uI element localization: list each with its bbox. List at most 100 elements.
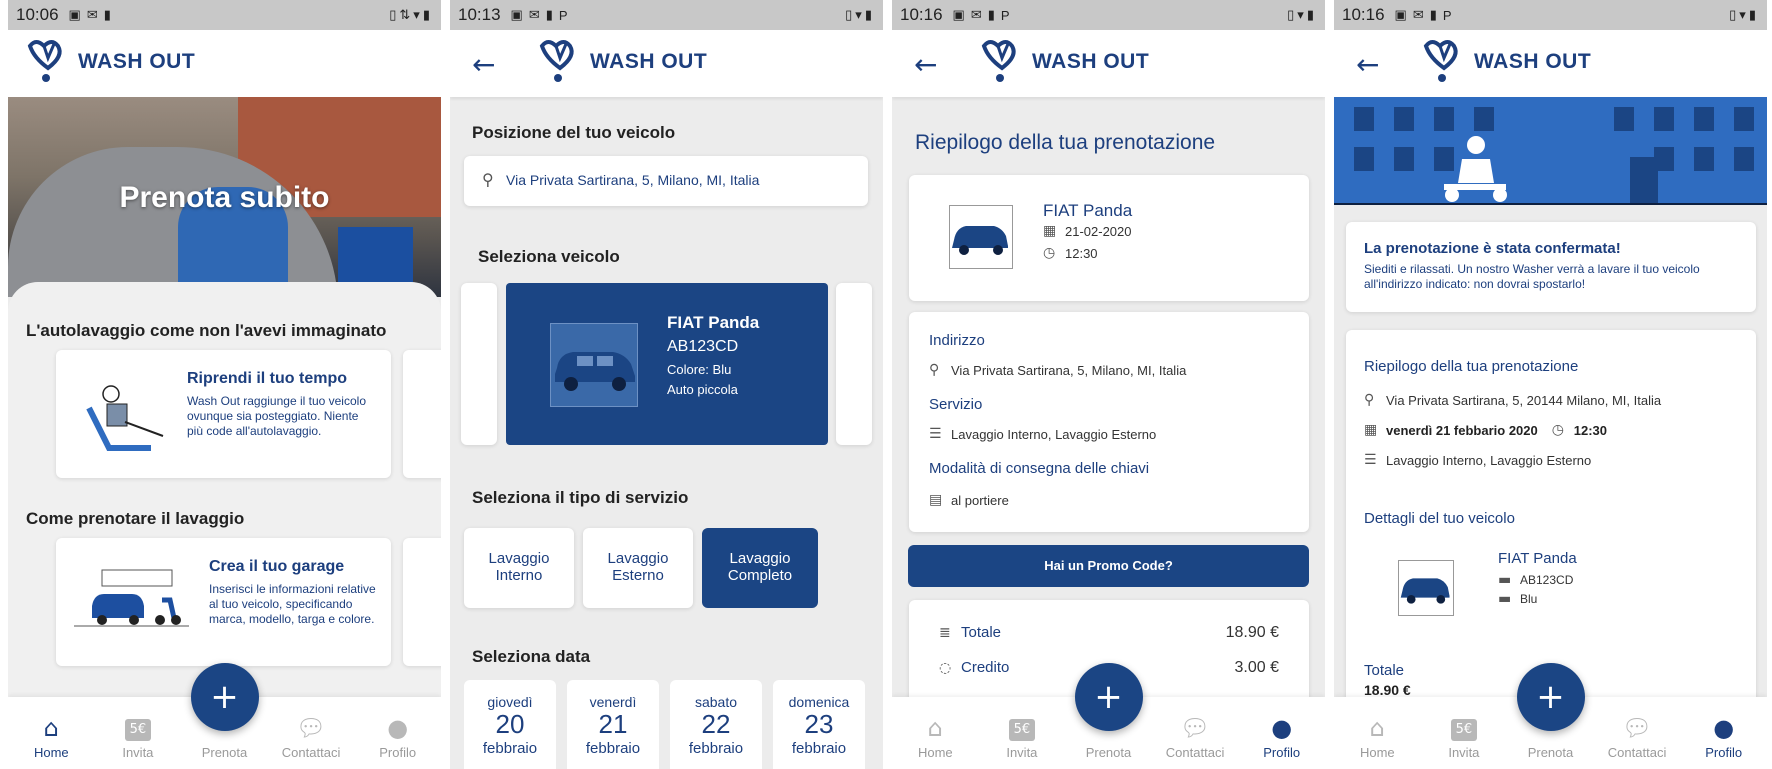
- address-field[interactable]: ⚲ Via Privata Sartirana, 5, Milano, MI, …: [464, 156, 868, 206]
- book-fab-button[interactable]: +: [1516, 663, 1585, 731]
- address-row: ⚲ Via Privata Sartirana, 5, 20144 Milano,…: [1364, 392, 1661, 408]
- book-fab-button[interactable]: +: [190, 663, 259, 731]
- mail-icon: ✉: [970, 7, 982, 22]
- status-time: 10:13: [458, 5, 501, 24]
- banner-illustration: [1334, 97, 1767, 205]
- car-icon: [555, 352, 635, 391]
- info-card[interactable]: Riprendi il tuo tempo Wash Out raggiunge…: [56, 350, 391, 478]
- building-scooter-illustration: [1334, 107, 1767, 205]
- card-title: Riprendi il tuo tempo: [187, 370, 347, 387]
- vehicle-title: Seleziona veicolo: [478, 247, 620, 266]
- status-time: 10:16: [900, 5, 943, 24]
- promo-code-button[interactable]: Hai un Promo Code?: [908, 545, 1309, 587]
- invite-badge-icon: 5€: [1008, 719, 1036, 741]
- nav-invita[interactable]: 5€ Invita: [1421, 697, 1508, 769]
- details-card: Indirizzo ⚲ Via Privata Sartirana, 5, Mil…: [909, 312, 1309, 532]
- signal-battery-icons: ▯⇅▾▮: [389, 7, 433, 22]
- date-option[interactable]: domenica 23 febbraio: [773, 680, 865, 769]
- info-card-next[interactable]: [403, 538, 441, 666]
- app-bar: ← WASH OUT: [892, 30, 1325, 97]
- profile-icon: ●: [387, 714, 409, 742]
- hero-image[interactable]: Prenota subito: [8, 97, 441, 297]
- book-fab-button[interactable]: +: [1074, 663, 1143, 731]
- nav-label: Invita: [1006, 745, 1038, 760]
- nav-home[interactable]: ⌂ Home: [1334, 697, 1421, 769]
- piggy-bank-icon: ◌: [939, 659, 952, 676]
- nav-label: Profilo: [1263, 745, 1301, 760]
- address-value: Via Privata Sartirana, 5, Milano, MI, It…: [951, 362, 1187, 378]
- vehicle-card-next[interactable]: [836, 283, 872, 445]
- screen-home: 10:06 ▣ ✉ ▮ ▯⇅▾▮ WASH OUT Prenota subito…: [8, 0, 441, 769]
- nav-invita[interactable]: 5€ Invita: [95, 697, 182, 769]
- nav-contattaci[interactable]: 💬︎ Contattaci: [1594, 697, 1681, 769]
- booking-time: 12:30: [1573, 422, 1607, 438]
- service-option-completo[interactable]: Lavaggio Completo: [702, 528, 818, 608]
- nav-contattaci[interactable]: 💬︎ Contattaci: [1152, 697, 1239, 769]
- nav-invita[interactable]: 5€ Invita: [979, 697, 1066, 769]
- date-option[interactable]: sabato 22 febbraio: [670, 680, 762, 769]
- service-option-esterno[interactable]: Lavaggio Esterno: [583, 528, 693, 608]
- info-card-next[interactable]: [403, 350, 441, 478]
- nav-label: Contattaci: [281, 745, 341, 760]
- keys-label: Modalità di consegna delle chiavi: [929, 460, 1150, 477]
- nav-contattaci[interactable]: 💬︎ Contattaci: [268, 697, 355, 769]
- clock-icon: ◷: [1043, 245, 1056, 261]
- vehicle-card-selected[interactable]: FIAT Panda AB123CD Colore: Blu Auto picc…: [506, 283, 828, 445]
- service-label: Servizio: [929, 396, 983, 413]
- brand-name: WASH OUT: [78, 50, 196, 73]
- address-value: Via Privata Sartirana, 5, 20144 Milano, …: [1386, 392, 1662, 408]
- service-row: ☰ Lavaggio Interno, Lavaggio Esterno: [929, 426, 1156, 442]
- nav-profilo[interactable]: ● Profilo: [1680, 697, 1767, 769]
- nav-label: Prenota: [1527, 745, 1574, 760]
- color-icon: ▬: [1498, 591, 1512, 607]
- car-scooter-icon: [74, 569, 189, 627]
- back-arrow-icon[interactable]: ←: [472, 48, 495, 81]
- date-day: giovedì: [487, 694, 533, 710]
- summary-title: Riepilogo della tua prenotazione: [1364, 358, 1579, 375]
- chat-icon: 💬︎: [1179, 714, 1211, 742]
- nav-label: Home: [1359, 745, 1395, 760]
- vehicle-card-prev[interactable]: [461, 283, 497, 445]
- nav-label: Invita: [122, 745, 154, 760]
- address-value: Via Privata Sartirana, 5, Milano, MI, It…: [506, 172, 760, 188]
- back-arrow-icon[interactable]: ←: [1356, 48, 1379, 81]
- nav-home[interactable]: ⌂ Home: [8, 697, 95, 769]
- date-month: febbraio: [688, 740, 744, 757]
- date-number: 22: [701, 709, 731, 739]
- plate-row: ▬ AB123CD: [1498, 572, 1573, 588]
- service-title: Seleziona il tipo di servizio: [472, 488, 689, 507]
- total-label: Totale: [1364, 662, 1405, 679]
- list-icon: ☰: [929, 426, 942, 442]
- nav-profilo[interactable]: ● Profilo: [1238, 697, 1325, 769]
- date-number: 21: [598, 709, 628, 739]
- credit-value: 3.00 €: [1234, 659, 1279, 676]
- vehicle-plate: AB123CD: [1520, 573, 1574, 587]
- status-bar: 10:16 ▣ ✉ ▮ P ▯▾▮: [892, 0, 1325, 30]
- nav-label: Prenota: [1085, 745, 1132, 760]
- coins-icon: ≣: [939, 624, 951, 641]
- keys-value: al portiere: [951, 492, 1009, 508]
- nav-label: Profilo: [379, 745, 417, 760]
- chat-icon: 💬︎: [295, 714, 327, 742]
- nav-profilo[interactable]: ● Profilo: [354, 697, 441, 769]
- logo: WASH OUT: [978, 36, 1149, 88]
- date-option[interactable]: giovedì 20 febbraio: [464, 680, 556, 769]
- gallery-icon: ▣: [952, 7, 965, 22]
- nav-label: Home: [33, 745, 69, 760]
- date-option[interactable]: venerdì 21 febbraio: [567, 680, 659, 769]
- wash-out-logo-icon: [539, 40, 574, 82]
- back-arrow-icon[interactable]: ←: [914, 48, 937, 81]
- parking-icon: P: [1442, 7, 1452, 23]
- info-card[interactable]: Crea il tuo garage Inserisci le informaz…: [56, 538, 391, 666]
- keys-row: ▤ al portiere: [929, 492, 1009, 508]
- mail-icon: ✉: [1412, 7, 1424, 22]
- nav-home[interactable]: ⌂ Home: [892, 697, 979, 769]
- summary-title: Riepilogo della tua prenotazione: [915, 131, 1216, 154]
- home-icon: ⌂: [1369, 714, 1385, 742]
- service-option-interno[interactable]: Lavaggio Interno: [464, 528, 574, 608]
- home-icon: ⌂: [43, 714, 59, 742]
- card-title: Crea il tuo garage: [209, 558, 345, 575]
- plate-icon: ▬: [1498, 572, 1512, 588]
- confirmation-card: La prenotazione è stata confermata! Sied…: [1346, 222, 1756, 312]
- date-month: febbraio: [585, 740, 641, 757]
